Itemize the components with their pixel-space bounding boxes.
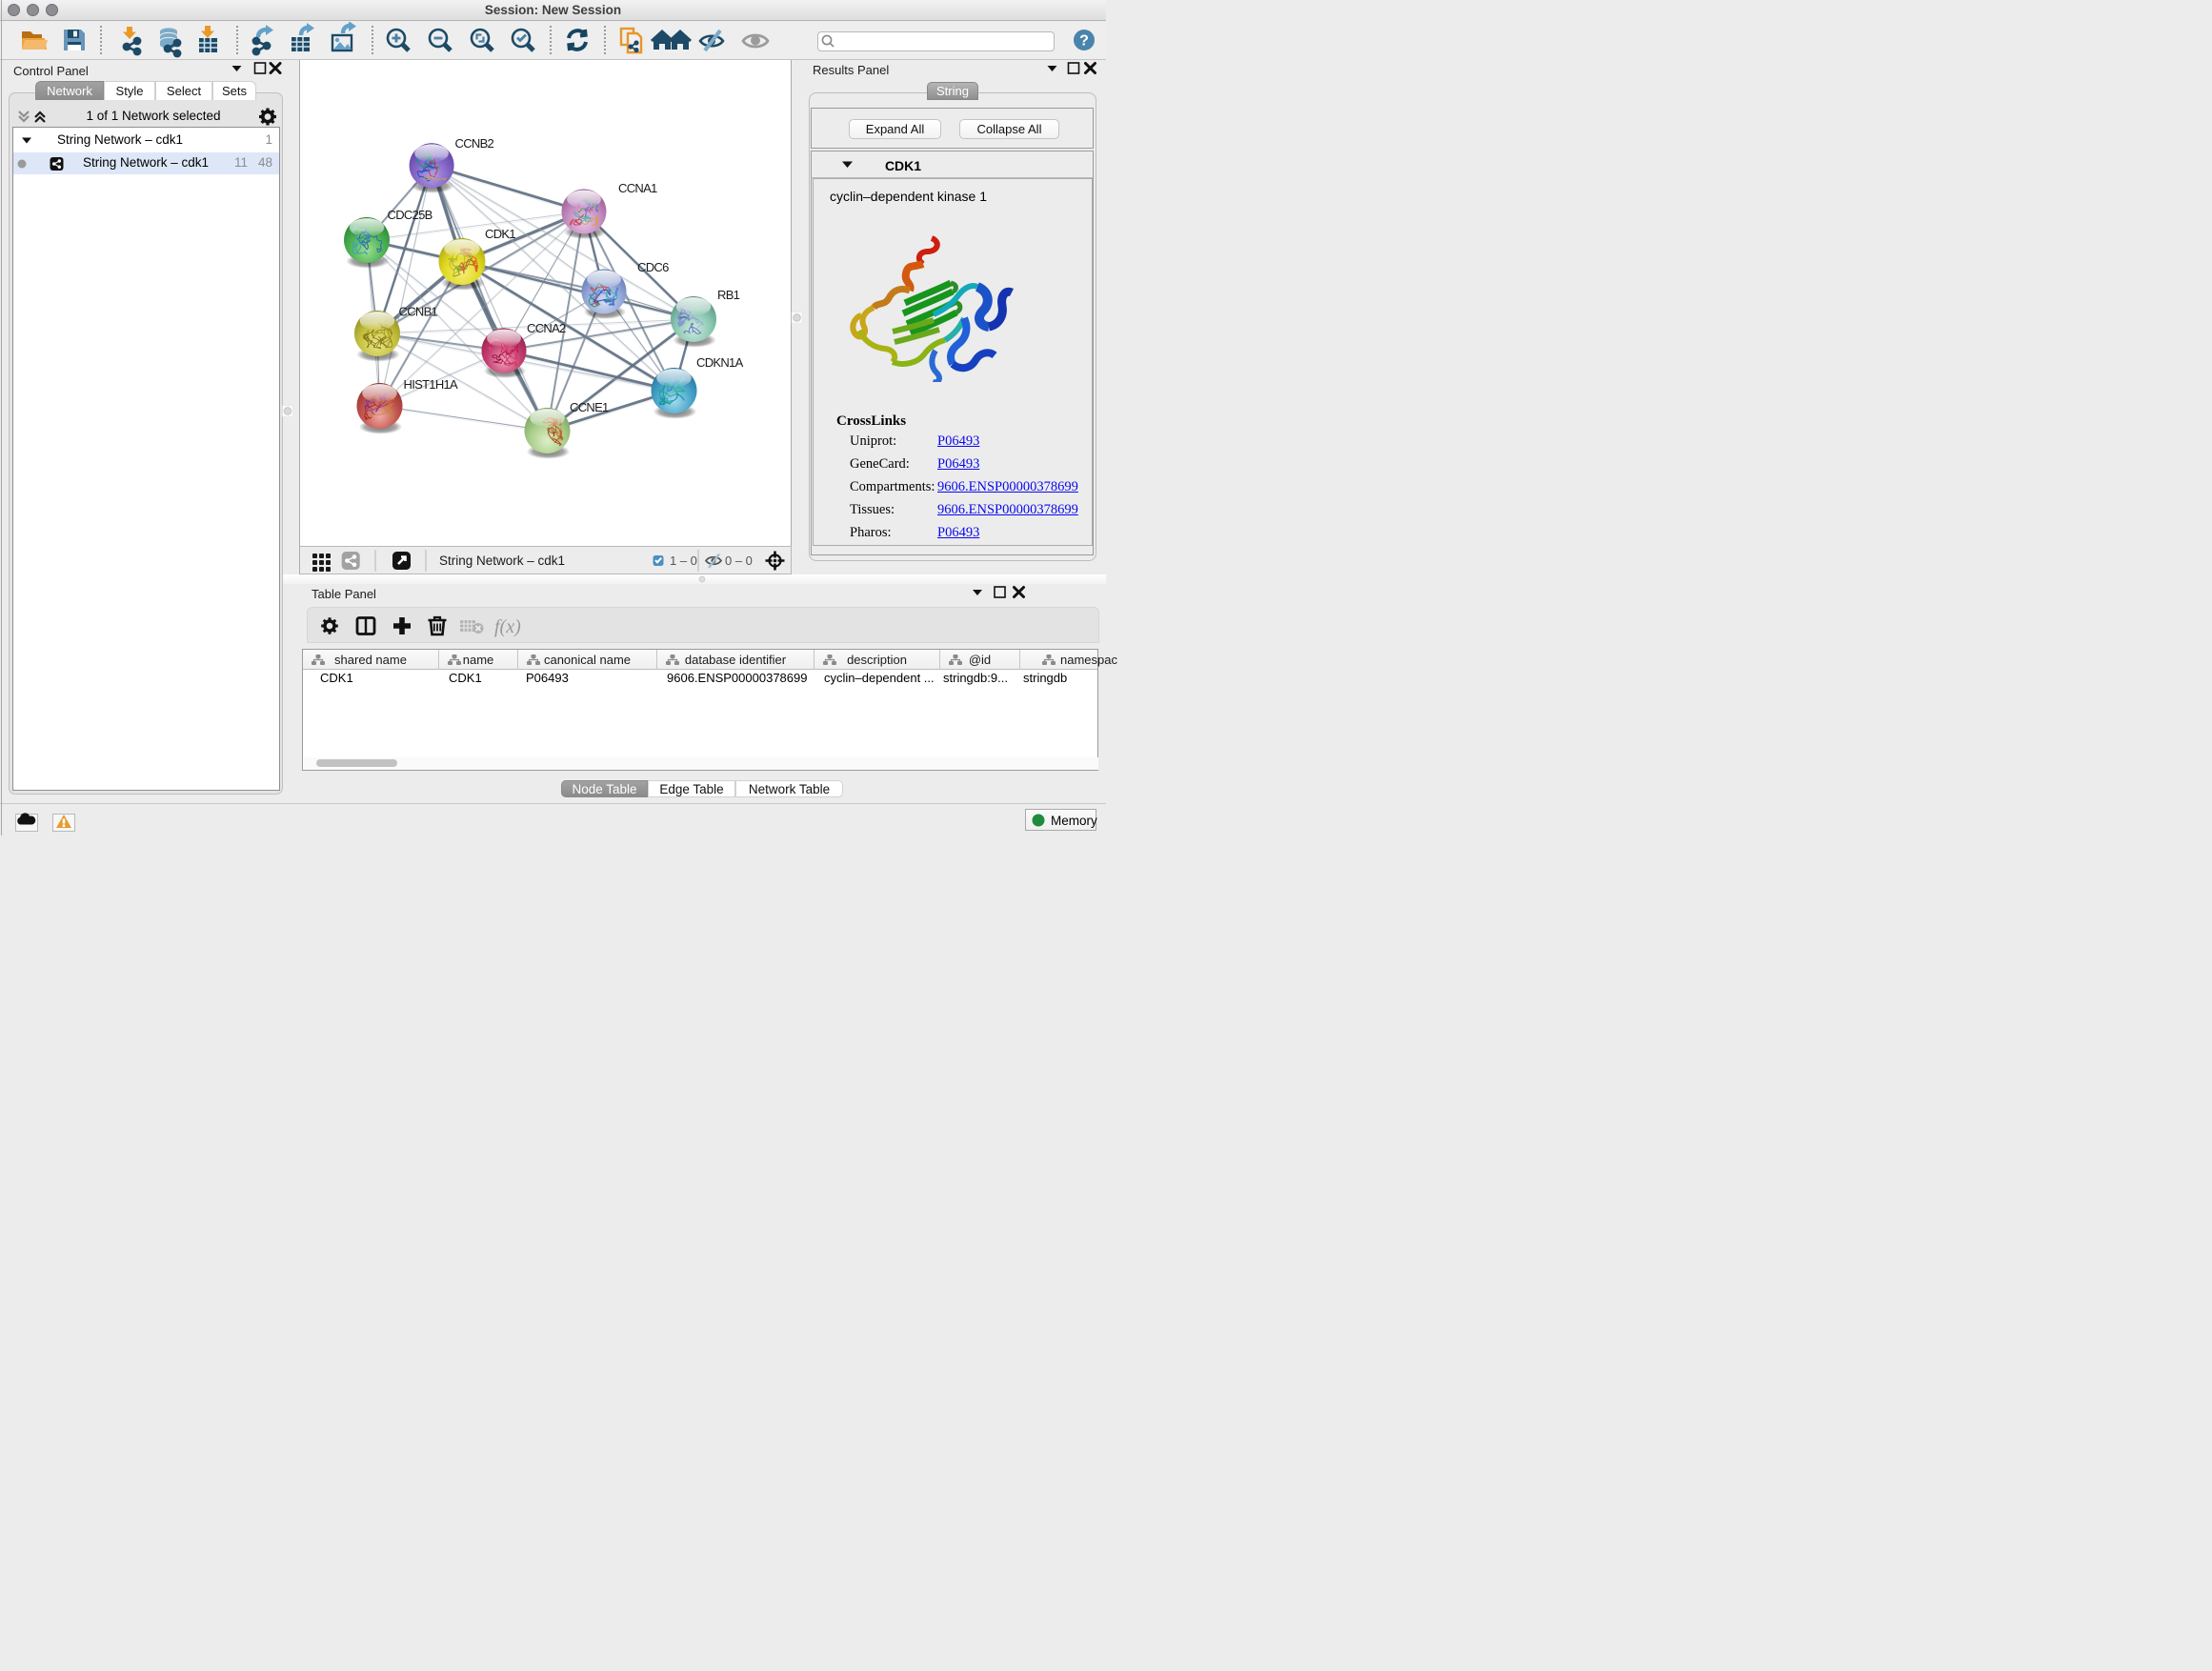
svg-text:HIST1H1A: HIST1H1A	[404, 377, 459, 392]
svg-text:RB1: RB1	[717, 288, 740, 302]
svg-text:CDC6: CDC6	[637, 260, 669, 274]
svg-text:CCNB1: CCNB1	[399, 305, 438, 319]
svg-text:CCNA1: CCNA1	[618, 181, 657, 195]
svg-text:CCNB2: CCNB2	[455, 136, 494, 151]
svg-text:?: ?	[1079, 33, 1089, 50]
svg-text:String Network – cdk1: String Network – cdk1	[439, 554, 565, 568]
svg-text:CDC25B: CDC25B	[388, 208, 432, 222]
svg-text:0 – 0: 0 – 0	[725, 554, 753, 568]
svg-text:CCNA2: CCNA2	[527, 321, 566, 335]
svg-text:f(x): f(x)	[494, 616, 521, 637]
svg-text:1 – 0: 1 – 0	[670, 554, 697, 568]
svg-text:CDK1: CDK1	[485, 227, 515, 241]
svg-text:CDKN1A: CDKN1A	[696, 355, 744, 370]
svg-text:CCNE1: CCNE1	[570, 400, 609, 414]
